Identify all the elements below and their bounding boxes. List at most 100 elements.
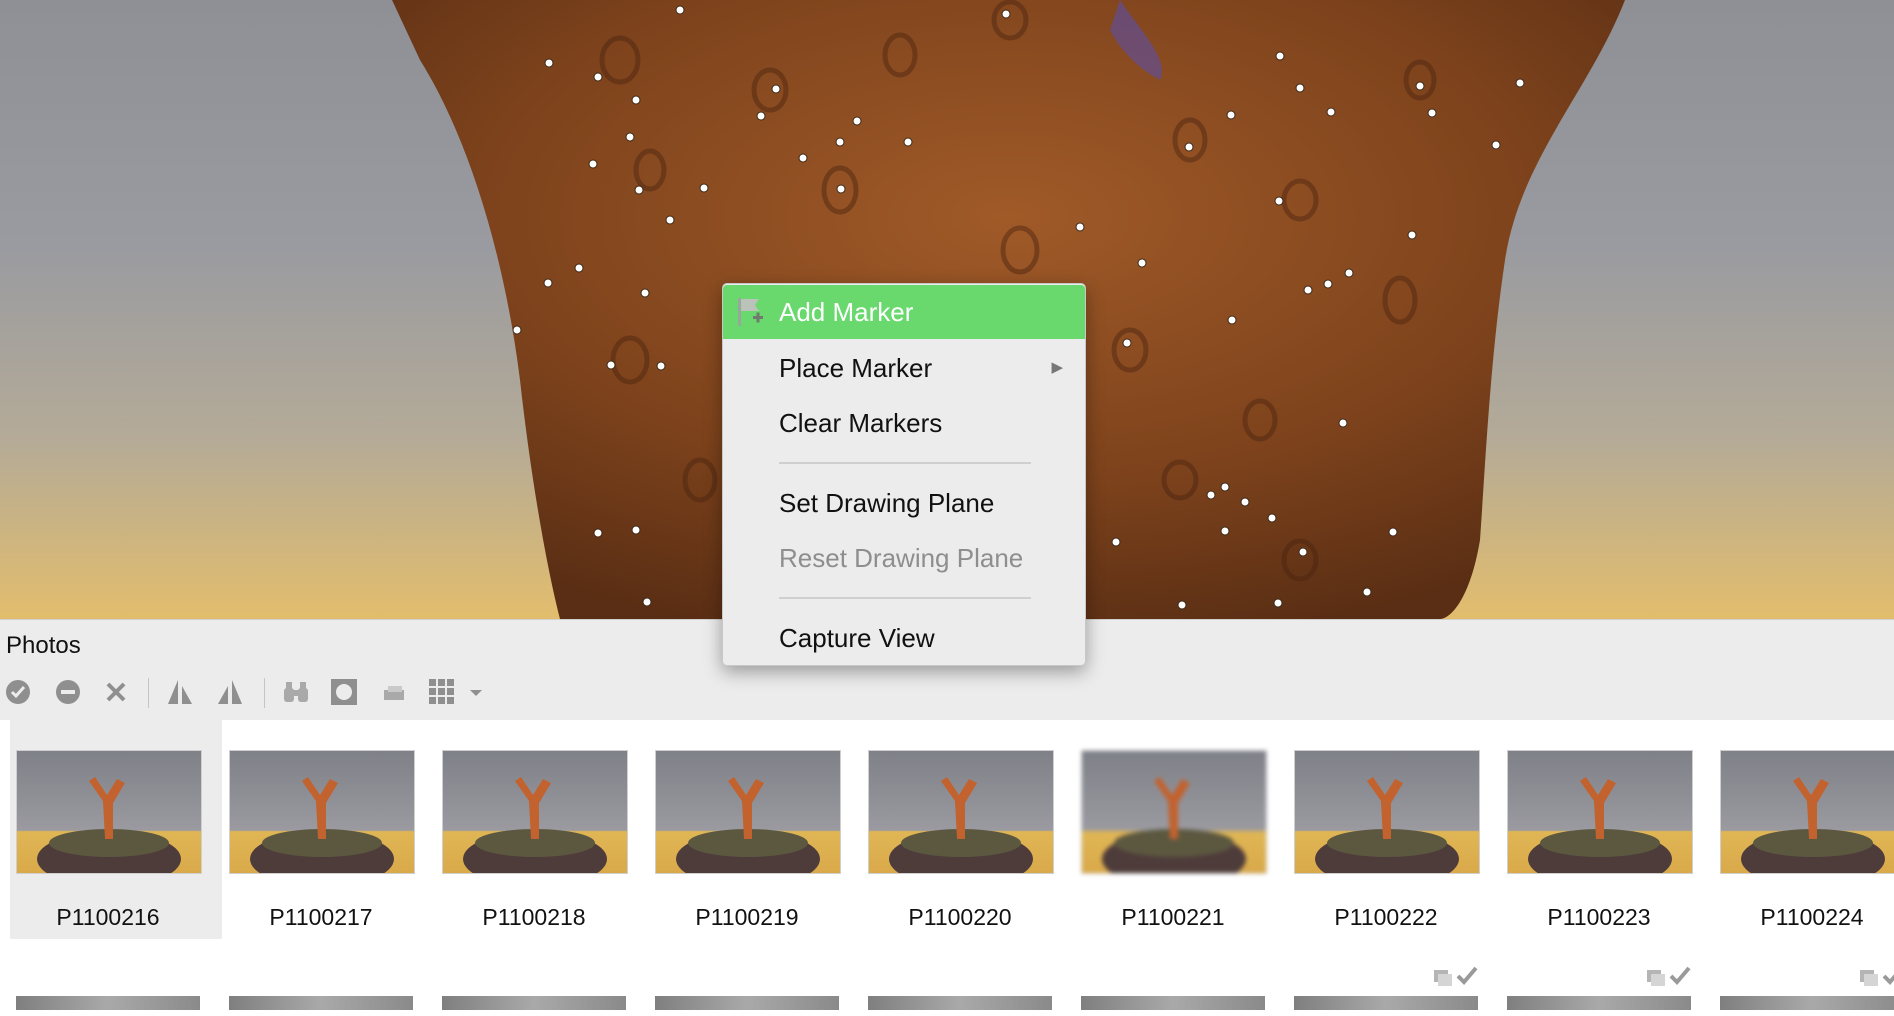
tie-point-marker: [852, 116, 862, 126]
tie-point-marker: [835, 137, 845, 147]
tie-point-marker: [665, 215, 675, 225]
aligned-check-icon: [1426, 964, 1486, 988]
photo-thumbnail-row2[interactable]: [442, 996, 626, 1010]
tie-point-marker: [1344, 268, 1354, 278]
aligned-check-icon: [1852, 964, 1894, 988]
tie-point-marker: [798, 153, 808, 163]
tie-point-marker: [543, 278, 553, 288]
tie-point-marker: [1388, 527, 1398, 537]
tie-point-marker: [642, 597, 652, 607]
photo-thumbnail[interactable]: P1100216: [10, 719, 222, 939]
tie-point-marker: [1338, 418, 1348, 428]
binoculars-icon[interactable]: [280, 676, 312, 708]
tie-point-marker: [1267, 513, 1277, 523]
remove-icon[interactable]: [100, 676, 132, 708]
thumbnail-label: P1100223: [1547, 904, 1651, 930]
tie-point-marker: [634, 185, 644, 195]
thumbnail-image: [1720, 750, 1894, 874]
tie-point-marker: [1122, 338, 1132, 348]
align-right-icon[interactable]: [214, 676, 246, 708]
tie-point-marker: [1491, 140, 1501, 150]
photo-thumbnail[interactable]: P1100219: [649, 719, 861, 939]
photo-thumbnail-row2[interactable]: [1720, 996, 1894, 1010]
menu-item-capture-view[interactable]: Capture View: [723, 611, 1085, 665]
menu-item-reset-drawing-plane: Reset Drawing Plane: [723, 531, 1085, 585]
pane-title: Photos: [6, 632, 81, 659]
tie-point-marker: [1137, 258, 1147, 268]
tie-point-marker: [1075, 222, 1085, 232]
photo-thumbnail-row2[interactable]: [1081, 996, 1265, 1010]
aligned-check-icon: [1639, 964, 1699, 988]
thumbnail-image: [1081, 750, 1267, 874]
photo-thumbnail[interactable]: P1100220: [862, 719, 1074, 939]
thumbnail-image: [442, 750, 628, 874]
photos-toolbar: [0, 672, 600, 712]
tie-point-marker: [1226, 110, 1236, 120]
tie-point-marker: [544, 58, 554, 68]
tie-point-marker: [1220, 526, 1230, 536]
thumbnail-image: [1294, 750, 1480, 874]
tie-point-marker: [1177, 600, 1187, 610]
tie-point-marker: [1184, 142, 1194, 152]
thumbnail-label: P1100224: [1760, 904, 1864, 930]
thumbnail-label: P1100219: [695, 904, 799, 930]
tie-point-marker: [656, 361, 666, 371]
photo-thumbnail-row2[interactable]: [1294, 996, 1478, 1010]
tie-point-marker: [1274, 196, 1284, 206]
enable-icon[interactable]: [2, 676, 34, 708]
tie-point-marker: [675, 5, 685, 15]
tie-point-marker: [903, 137, 913, 147]
menu-item-label: Set Drawing Plane: [779, 488, 995, 518]
toolbar-separator: [264, 678, 265, 708]
disable-icon[interactable]: [52, 676, 84, 708]
thumbnail-label: P1100220: [908, 904, 1012, 930]
add-marker-flag-icon: [738, 298, 763, 326]
thumbnail-image: [229, 750, 415, 874]
photo-thumbnail[interactable]: P1100224: [1714, 719, 1894, 986]
menu-item-set-drawing-plane[interactable]: Set Drawing Plane: [723, 476, 1085, 530]
thumbnail-image: [868, 750, 1054, 874]
thumbnail-image: [1507, 750, 1693, 874]
tie-point-marker: [1415, 81, 1425, 91]
tie-point-marker: [606, 360, 616, 370]
menu-item-label: Capture View: [779, 623, 935, 653]
thumbnail-label: P1100221: [1121, 904, 1225, 930]
menu-item-clear-markers[interactable]: Clear Markers: [723, 396, 1085, 450]
menu-item-place-marker[interactable]: Place Marker ▶: [723, 341, 1085, 395]
tie-point-marker: [1111, 537, 1121, 547]
photo-thumbnail-row2[interactable]: [16, 996, 200, 1010]
tie-point-marker: [593, 72, 603, 82]
photos-pane: Photos P1100216 P1100217 P1100218 P11002…: [0, 619, 1894, 1016]
viewport-context-menu: Add Marker Place Marker ▶ Clear Markers …: [722, 283, 1086, 666]
menu-item-label: Place Marker: [779, 353, 933, 383]
tie-point-marker: [1427, 108, 1437, 118]
tie-point-marker: [836, 184, 846, 194]
tie-point-marker: [588, 159, 598, 169]
photo-thumbnail-row2[interactable]: [1507, 996, 1691, 1010]
tie-point-marker: [574, 263, 584, 273]
thumbnail-label: P1100216: [56, 904, 160, 930]
tie-point-marker: [756, 111, 766, 121]
tie-point-marker: [1275, 51, 1285, 61]
photo-thumbnail-row2[interactable]: [868, 996, 1052, 1010]
tie-point-marker: [1303, 285, 1313, 295]
photo-thumbnail[interactable]: P1100218: [436, 719, 648, 939]
photo-thumbnail[interactable]: P1100217: [223, 719, 435, 939]
align-left-icon[interactable]: [164, 676, 196, 708]
tie-point-marker: [1362, 587, 1372, 597]
photo-thumbnail[interactable]: P1100223: [1501, 719, 1713, 986]
photo-thumbnail[interactable]: P1100221: [1075, 719, 1287, 939]
menu-separator: [779, 597, 1031, 599]
tie-point-marker: [512, 325, 522, 335]
menu-item-add-marker[interactable]: Add Marker: [723, 285, 1085, 339]
tie-point-marker: [1295, 83, 1305, 93]
tie-point-marker: [1298, 547, 1308, 557]
layer-icon[interactable]: [378, 676, 410, 708]
toolbar-separator: [148, 678, 149, 708]
grid-view-icon[interactable]: [426, 676, 458, 708]
mask-icon[interactable]: [328, 676, 360, 708]
photo-thumbnail[interactable]: P1100222: [1288, 719, 1500, 986]
dropdown-icon[interactable]: [466, 676, 486, 708]
photo-thumbnail-row2[interactable]: [229, 996, 413, 1010]
photo-thumbnail-row2[interactable]: [655, 996, 839, 1010]
